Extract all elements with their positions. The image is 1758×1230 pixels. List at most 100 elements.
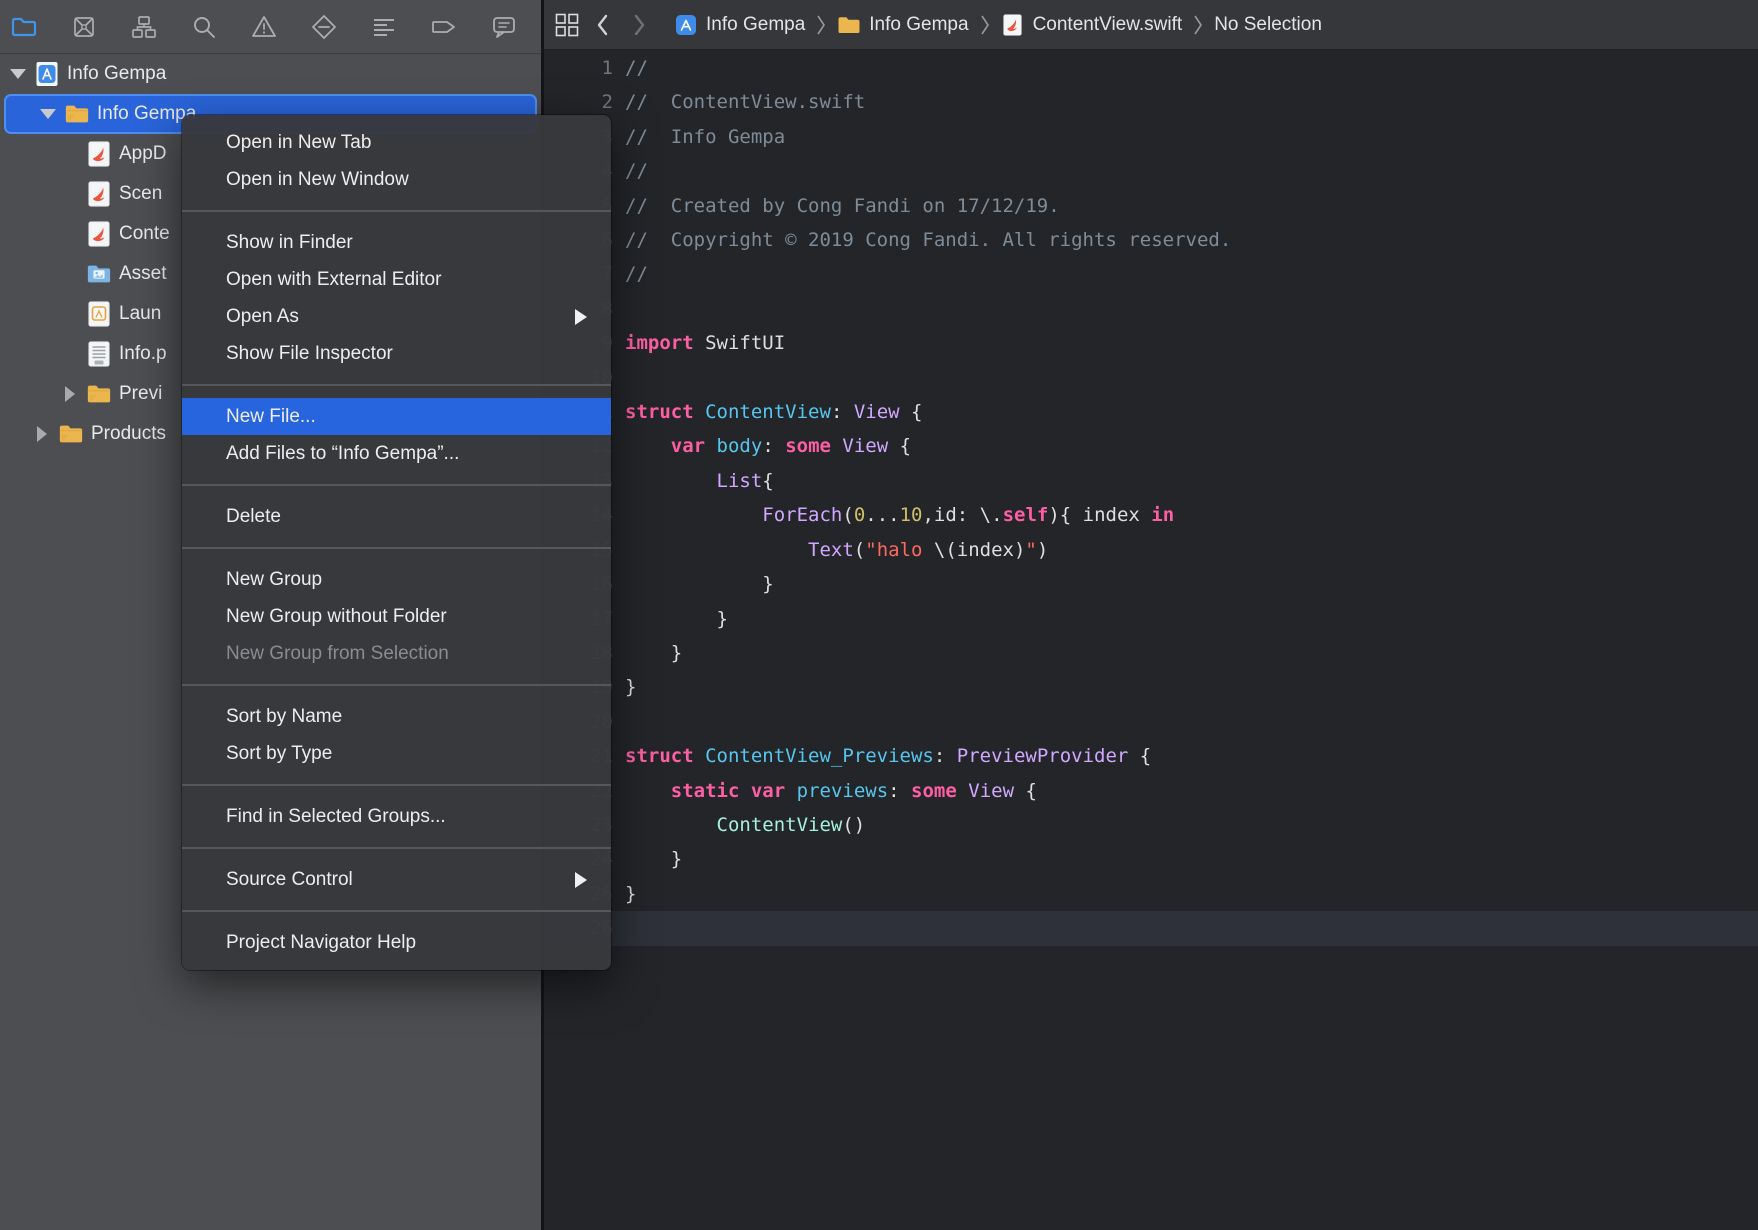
breadcrumb-label: No Selection [1214, 14, 1322, 36]
swift-file-icon [86, 141, 112, 167]
app-crumb-icon [674, 13, 698, 37]
menu-item-find-in-selected-groups[interactable]: Find in Selected Groups... [182, 798, 611, 835]
menu-item-new-group[interactable]: New Group [182, 561, 611, 598]
submenu-arrow-icon [575, 872, 587, 888]
breadcrumb-item[interactable]: Info Gempa [674, 13, 805, 37]
menu-item-open-in-new-window[interactable]: Open in New Window [182, 161, 611, 198]
forward-chevron-icon[interactable] [624, 10, 654, 40]
navigator-tab-bar [0, 0, 541, 54]
code-line: 25} [544, 877, 1758, 911]
code-line: 24 } [544, 842, 1758, 876]
code-text: // [625, 51, 648, 85]
menu-item-label: Open in New Tab [226, 132, 371, 154]
menu-item-label: Source Control [226, 869, 353, 891]
breakpoint-navigator-icon[interactable] [430, 13, 458, 41]
menu-item-open-in-new-tab[interactable]: Open in New Tab [182, 124, 611, 161]
menu-item-show-file-inspector[interactable]: Show File Inspector [182, 335, 611, 372]
submenu-arrow-icon [575, 309, 587, 325]
context-menu: Open in New Tab Open in New Window Show in… [182, 115, 611, 970]
sidebar-item-info-gempa[interactable]: Info Gempa [0, 54, 541, 94]
code-line: 19} [544, 670, 1758, 704]
menu-item-delete[interactable]: Delete [182, 498, 611, 535]
code-text: ContentView() [625, 808, 865, 842]
code-line: 1// [544, 51, 1758, 85]
code-line: 26 [544, 911, 1758, 945]
code-line: 20 [544, 705, 1758, 739]
code-text: static var previews: some View { [625, 774, 1037, 808]
symbol-navigator-icon[interactable] [130, 13, 158, 41]
source-control-navigator-icon[interactable] [70, 13, 98, 41]
issue-navigator-icon[interactable] [250, 13, 278, 41]
back-chevron-icon[interactable] [588, 10, 618, 40]
triangle-glyph [10, 69, 26, 79]
menu-item-show-in-finder[interactable]: Show in Finder [182, 224, 611, 261]
menu-item-label: Project Navigator Help [226, 932, 416, 954]
menu-item-label: Sort by Type [226, 743, 332, 765]
breadcrumb-label: ContentView.swift [1033, 14, 1183, 36]
menu-item-label: Open As [226, 306, 299, 328]
swift-file-icon [86, 181, 112, 207]
breadcrumb-item[interactable]: ContentView.swift [1001, 13, 1183, 37]
source-editor: Info Gempa Info Gempa ContentView.swift No … [544, 0, 1758, 1230]
code-line: 12 var body: some View { [544, 429, 1758, 463]
code-text: struct ContentView: View { [625, 395, 922, 429]
code-text: } [625, 842, 682, 876]
related-items-icon[interactable] [552, 10, 582, 40]
menu-item-label: Delete [226, 506, 281, 528]
disclosure-closed-icon[interactable] [32, 426, 52, 442]
code-line: 3// Info Gempa [544, 120, 1758, 154]
code-text: import SwiftUI [625, 326, 785, 360]
code-text: // Info Gempa [625, 120, 785, 154]
triangle-glyph [40, 109, 56, 119]
menu-item-label: New Group without Folder [226, 606, 447, 628]
menu-item-source-control[interactable]: Source Control [182, 861, 611, 898]
menu-item-new-file[interactable]: New File... [182, 398, 611, 435]
code-line: 21struct ContentView_Previews: PreviewPr… [544, 739, 1758, 773]
menu-item-sort-by-name[interactable]: Sort by Name [182, 698, 611, 735]
code-line: 7// [544, 257, 1758, 291]
menu-item-label: Open in New Window [226, 169, 409, 191]
project-navigator-icon[interactable] [10, 13, 38, 41]
find-navigator-icon[interactable] [190, 13, 218, 41]
code-line: 6// Copyright © 2019 Cong Fandi. All rig… [544, 223, 1758, 257]
code-line: 22 static var previews: some View { [544, 774, 1758, 808]
menu-item-sort-by-type[interactable]: Sort by Type [182, 735, 611, 772]
menu-item-label: Sort by Name [226, 706, 342, 728]
menu-separator [182, 384, 611, 386]
app-file-icon [34, 61, 60, 87]
breadcrumb-item[interactable]: No Selection [1214, 14, 1322, 36]
disclosure-open-icon[interactable] [38, 109, 58, 119]
breadcrumb-label: Info Gempa [706, 14, 805, 36]
breadcrumb-chevron-icon [815, 13, 827, 37]
code-text: // [625, 257, 648, 291]
menu-item-open-with-external-editor[interactable]: Open with External Editor [182, 261, 611, 298]
sidebar-item-label: Info Gempa [67, 63, 541, 85]
menu-item-label: Show File Inspector [226, 343, 393, 365]
triangle-glyph [37, 426, 47, 442]
menu-item-label: Find in Selected Groups... [226, 806, 446, 828]
menu-item-label: New Group [226, 569, 322, 591]
menu-item-new-group-from-selection: New Group from Selection [182, 635, 611, 672]
code-line: 16 } [544, 567, 1758, 601]
menu-item-label: Add Files to “Info Gempa”... [226, 443, 459, 465]
menu-item-project-navigator-help[interactable]: Project Navigator Help [182, 924, 611, 961]
code-text: } [625, 567, 774, 601]
code-text: ForEach(0...10,id: \.self){ index in [625, 498, 1174, 532]
folder-file-icon [86, 381, 112, 407]
disclosure-open-icon[interactable] [8, 69, 28, 79]
breadcrumb-item[interactable]: Info Gempa [837, 13, 968, 37]
menu-item-new-group-without-folder[interactable]: New Group without Folder [182, 598, 611, 635]
folder-crumb-icon [837, 13, 861, 37]
breadcrumb-label: Info Gempa [869, 14, 968, 36]
debug-navigator-icon[interactable] [370, 13, 398, 41]
menu-item-open-as[interactable]: Open As [182, 298, 611, 335]
code-text: // [625, 154, 648, 188]
code-area[interactable]: 1//2// ContentView.swift3// Info Gempa4/… [544, 50, 1758, 1230]
code-line: 17 } [544, 602, 1758, 636]
disclosure-closed-icon[interactable] [60, 386, 80, 402]
folder-file-icon [64, 101, 90, 127]
test-navigator-icon[interactable] [310, 13, 338, 41]
report-navigator-icon[interactable] [490, 13, 518, 41]
menu-item-add-files-to-info-gempa[interactable]: Add Files to “Info Gempa”... [182, 435, 611, 472]
menu-separator [182, 847, 611, 849]
